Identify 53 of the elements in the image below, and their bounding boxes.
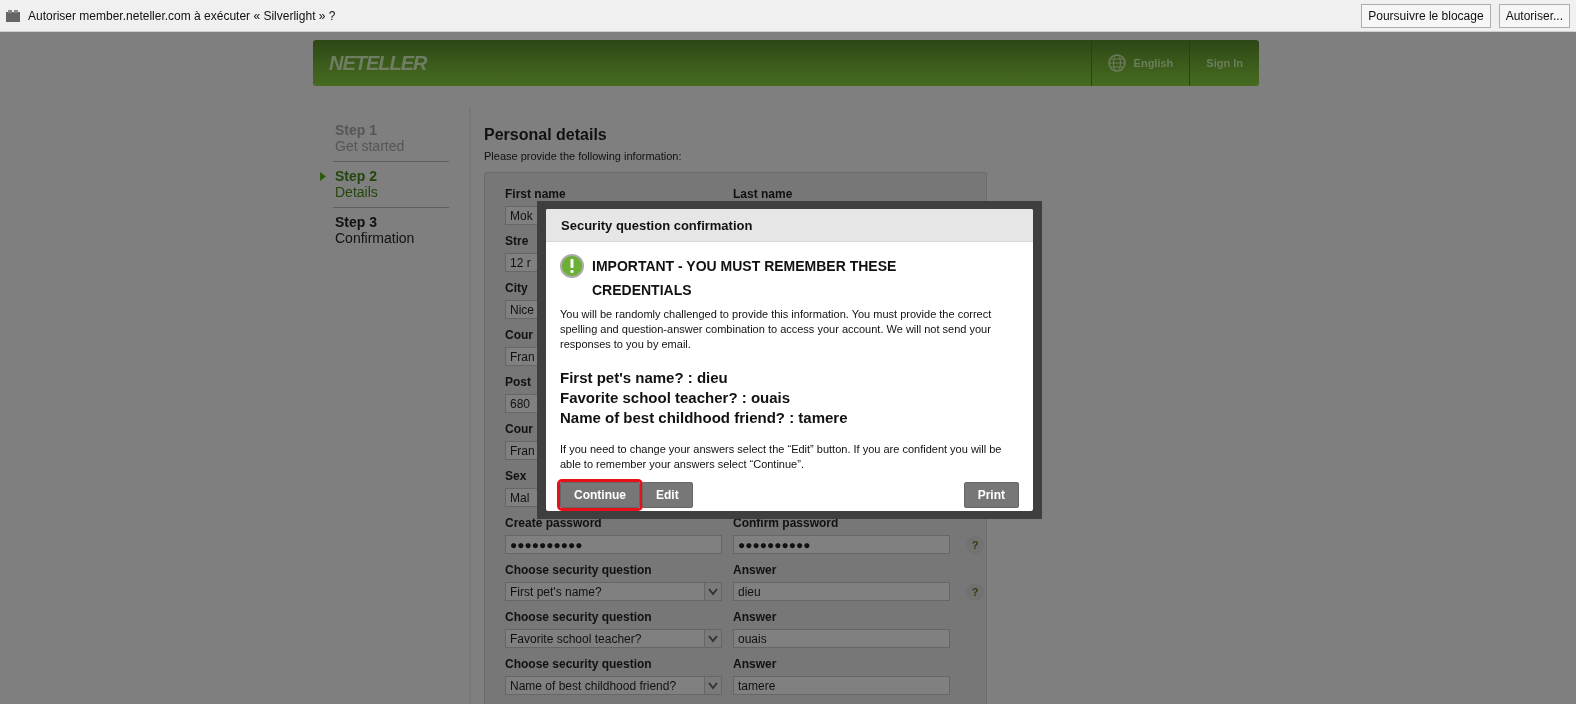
- field-label: Stre: [505, 234, 529, 248]
- dialog-button[interactable]: Print: [963, 482, 1019, 508]
- dialog-heading: IMPORTANT - YOU MUST REMEMBER THESE CREDENTIALS: [592, 257, 898, 300]
- field-label: Answer: [733, 563, 777, 577]
- select-field[interactable]: First pet's name?: [505, 582, 722, 601]
- field-label: Last name: [733, 187, 793, 201]
- plugin-icon: [6, 9, 20, 22]
- field-label: Create password: [505, 516, 602, 530]
- field-label: City: [505, 281, 528, 295]
- exclamation-icon: [560, 254, 584, 278]
- dialog-button[interactable]: Continue: [560, 482, 640, 508]
- step-number: Step 2: [335, 168, 378, 184]
- dropdown-caret-icon: [704, 630, 721, 647]
- field-label: Post: [505, 375, 531, 389]
- field-label: First name: [505, 187, 566, 201]
- field-label: Answer: [733, 657, 777, 671]
- dialog-button[interactable]: Edit: [642, 482, 693, 508]
- input-field[interactable]: ●●●●●●●●●●: [505, 535, 722, 554]
- field-label: Cour: [505, 328, 533, 342]
- current-step-arrow-icon: [320, 172, 326, 181]
- security-answer: Favorite school teacher? : ouais: [560, 388, 792, 408]
- notification-button[interactable]: Autoriser...: [1498, 3, 1570, 28]
- field-label: Answer: [733, 610, 777, 624]
- section-title: Personal details: [484, 126, 608, 144]
- dropdown-caret-icon: [704, 677, 721, 694]
- dialog-text: If you need to change your answers select the “Edit” button. If you are confident you will be able to remember your answers select “Continue”.: [560, 442, 1003, 472]
- dialog-title: Security question confirmation: [546, 209, 1033, 242]
- input-field[interactable]: tamere: [733, 676, 950, 695]
- logo: NETELLER: [329, 51, 429, 75]
- section-subtitle: Please provide the following information:: [484, 150, 683, 162]
- step-label: Details: [335, 184, 379, 200]
- select-field[interactable]: Name of best childhood friend?: [505, 676, 722, 695]
- input-field[interactable]: ●●●●●●●●●●: [733, 535, 950, 554]
- globe-icon: [1107, 54, 1126, 72]
- step-number: Step 3: [335, 214, 378, 230]
- notification-button[interactable]: Poursuivre le blocage: [1361, 3, 1491, 28]
- field-label: Choose security question: [505, 657, 652, 671]
- input-field[interactable]: ouais: [733, 629, 950, 648]
- help-button[interactable]: ?: [966, 583, 984, 601]
- security-answer: Name of best childhood friend? : tamere: [560, 408, 849, 428]
- field-label: Cour: [505, 422, 533, 436]
- dialog-text: You will be randomly challenged to provide this information. You must provide the correct spelling and question-answer combination to access your account. We will not send your responses to you by email.: [560, 307, 993, 352]
- help-button[interactable]: ?: [966, 536, 984, 554]
- field-label: Choose security question: [505, 563, 652, 577]
- input-field[interactable]: dieu: [733, 582, 950, 601]
- field-label: Confirm password: [733, 516, 839, 530]
- field-label: Sex: [505, 469, 527, 483]
- step-label: Confirmation: [335, 230, 416, 246]
- select-field[interactable]: Favorite school teacher?: [505, 629, 722, 648]
- security-answer: First pet's name? : dieu: [560, 368, 729, 388]
- dropdown-caret-icon: [704, 583, 721, 600]
- notification-message: Autoriser member.neteller.com à exécuter « Silverlight » ?: [28, 8, 337, 23]
- field-label: Choose security question: [505, 610, 652, 624]
